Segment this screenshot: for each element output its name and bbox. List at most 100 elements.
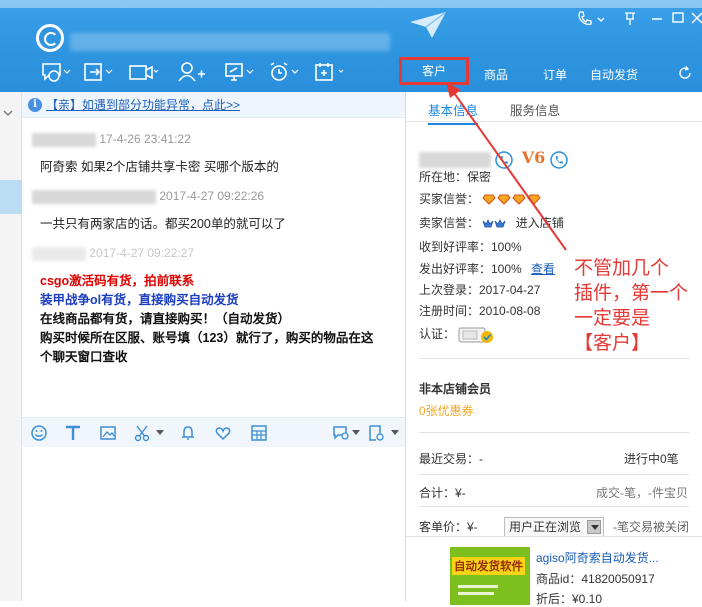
pin-icon[interactable]: [623, 10, 637, 26]
add-contact-icon[interactable]: [177, 60, 209, 84]
divider: [419, 432, 689, 433]
closed-trades: -笔交易被关闭: [613, 520, 689, 534]
diamond-icon: [482, 194, 497, 206]
notice-bar[interactable]: i 【亲】如遇到部分功能异常，点此>>: [22, 92, 405, 118]
message-text: 阿奇索 如果2个店铺共享卡密 买哪个版本的: [40, 160, 279, 174]
notice-link[interactable]: 【亲】如遇到部分功能异常，点此>>: [46, 98, 240, 112]
message-meta: 2017-4-27 09:22:26: [32, 189, 264, 204]
sent-rate-row: 发出好评率：100% 查看: [419, 260, 555, 277]
quick-phrase-icon[interactable]: [250, 424, 268, 442]
customer-name-row: V6: [419, 148, 569, 170]
chevron-down-icon[interactable]: [156, 430, 164, 436]
buyer-credit-label: 买家信誉：: [419, 192, 480, 206]
coupon-count: 0张优惠券: [419, 404, 474, 418]
header-bar: 客户 商品 订单 自动发货: [0, 0, 702, 92]
product-image[interactable]: 自动发货软件: [450, 547, 530, 605]
message-text: 一共只有两家店的话。都买200单的就可以了: [40, 217, 286, 231]
message-line: 在线商品都有货，请直接购买！（自动发货）: [40, 312, 291, 326]
tab-basic-info[interactable]: 基本信息: [428, 100, 479, 125]
membership-status: 非本店铺会员: [419, 382, 492, 396]
image-small-text: [458, 585, 498, 595]
annotation-line: 不管加几个: [574, 257, 670, 279]
product-title[interactable]: agiso阿奇索自动发货...: [536, 549, 659, 566]
seller-credit-label: 卖家信誉：: [419, 216, 480, 230]
minimize-icon[interactable]: [650, 10, 664, 26]
divider: [419, 474, 689, 475]
phone-icon[interactable]: [576, 10, 594, 28]
font-icon[interactable]: [64, 424, 82, 442]
chevron-down-icon[interactable]: [596, 10, 606, 28]
add-schedule-icon[interactable]: [313, 60, 345, 84]
product-id: 商品id：41820050917: [536, 572, 655, 586]
avatar[interactable]: [36, 24, 64, 52]
view-link[interactable]: 查看: [531, 262, 555, 276]
chevron-down-icon[interactable]: [587, 520, 601, 534]
message-meta: 2017-4-27 09:22:27: [32, 246, 194, 261]
auth-row: 认证：: [419, 325, 498, 345]
chevron-down-icon[interactable]: [2, 108, 14, 118]
blue-crown-icon: [482, 218, 494, 228]
message-time: 2017-4-27 09:22:26: [159, 189, 265, 203]
buyer-credit-row: 买家信誉：: [419, 190, 542, 207]
seller-credit-row: 卖家信誉： 进入店铺: [419, 214, 564, 231]
blurred-sender-name: [32, 189, 156, 204]
chevron-down-icon[interactable]: [391, 430, 399, 436]
alarm-clock-icon[interactable]: [268, 60, 300, 84]
register-row: 注册时间：2010-08-08: [419, 304, 541, 318]
maximize-icon[interactable]: [671, 10, 685, 26]
auth-label: 认证：: [419, 327, 456, 342]
image-icon[interactable]: [99, 424, 117, 442]
divider: [419, 358, 689, 359]
annotation-text: 不管加几个 插件，第一个 一定要是 【客户】: [574, 256, 702, 356]
level-badge: V6: [521, 148, 546, 167]
tab-auto-delivery[interactable]: 自动发货: [590, 66, 638, 83]
browsing-dropdown[interactable]: 用户正在浏览: [504, 517, 604, 537]
tab-service-info[interactable]: 服务信息: [510, 100, 560, 119]
chat-panel: i 【亲】如遇到部分功能异常，点此>> 17-4-26 23:41:22 阿奇索…: [22, 92, 405, 601]
heart-icon[interactable]: [214, 424, 232, 442]
window-top-strip: [0, 0, 702, 8]
chevron-down-icon[interactable]: [352, 430, 360, 436]
info-icon: i: [28, 98, 42, 112]
call-icon[interactable]: [549, 150, 569, 170]
annotation-line: 【客户】: [574, 332, 651, 354]
phone-icon[interactable]: [494, 150, 514, 170]
message-line: 购买时候所在区服、账号填（123）就行了，购买的物品在这: [40, 331, 374, 345]
last-login-row: 上次登录：2017-04-27: [419, 283, 541, 297]
history-chat-icon[interactable]: [332, 424, 350, 442]
blurred-user-name: [70, 33, 390, 51]
enter-shop-link[interactable]: 进入店铺: [516, 216, 564, 230]
scissors-icon[interactable]: [134, 424, 152, 442]
tab-customer[interactable]: 客户: [399, 57, 469, 85]
product-image-tag: 自动发货软件: [452, 557, 525, 575]
browsing-product-card[interactable]: 自动发货软件 agiso阿奇索自动发货... 商品id：41820050917 …: [406, 536, 702, 606]
paper-plane-icon: [410, 11, 447, 38]
received-rate-row: 收到好评率：100%: [419, 240, 522, 254]
remote-assist-icon[interactable]: [223, 60, 255, 84]
selected-contact[interactable]: [0, 180, 22, 214]
close-icon[interactable]: [690, 10, 702, 26]
tab-product[interactable]: 商品: [484, 66, 508, 83]
message-line: csgo激活码有货，拍前联系: [40, 274, 195, 288]
diamond-icon: [497, 194, 512, 206]
verified-badge-icon: [458, 327, 494, 343]
shake-bell-icon[interactable]: [179, 424, 197, 442]
blurred-sender-name: [32, 246, 86, 261]
chat-bubble-icon[interactable]: [40, 60, 72, 84]
message-line: 个聊天窗口查收: [40, 350, 128, 364]
blurred-sender-name: [32, 132, 96, 147]
avg-price-label: 客单价：¥-: [419, 520, 478, 534]
browsing-label: 用户正在浏览: [509, 520, 582, 534]
message-time: 17-4-26 23:41:22: [99, 132, 191, 146]
video-call-icon[interactable]: [128, 60, 160, 84]
message-record-icon[interactable]: [367, 424, 385, 442]
message-line: 装甲战争ol有货，直接购买自动发货: [40, 293, 239, 307]
contact-sidebar: [0, 92, 22, 601]
refresh-icon[interactable]: [678, 66, 692, 80]
transfer-icon[interactable]: [82, 60, 114, 84]
total-label: 合计：¥-: [419, 486, 466, 500]
product-discount: 折后：¥0.10: [536, 592, 603, 606]
emoji-icon[interactable]: [30, 424, 48, 442]
blurred-customer-name: [419, 151, 491, 168]
tab-order[interactable]: 订单: [543, 66, 567, 83]
